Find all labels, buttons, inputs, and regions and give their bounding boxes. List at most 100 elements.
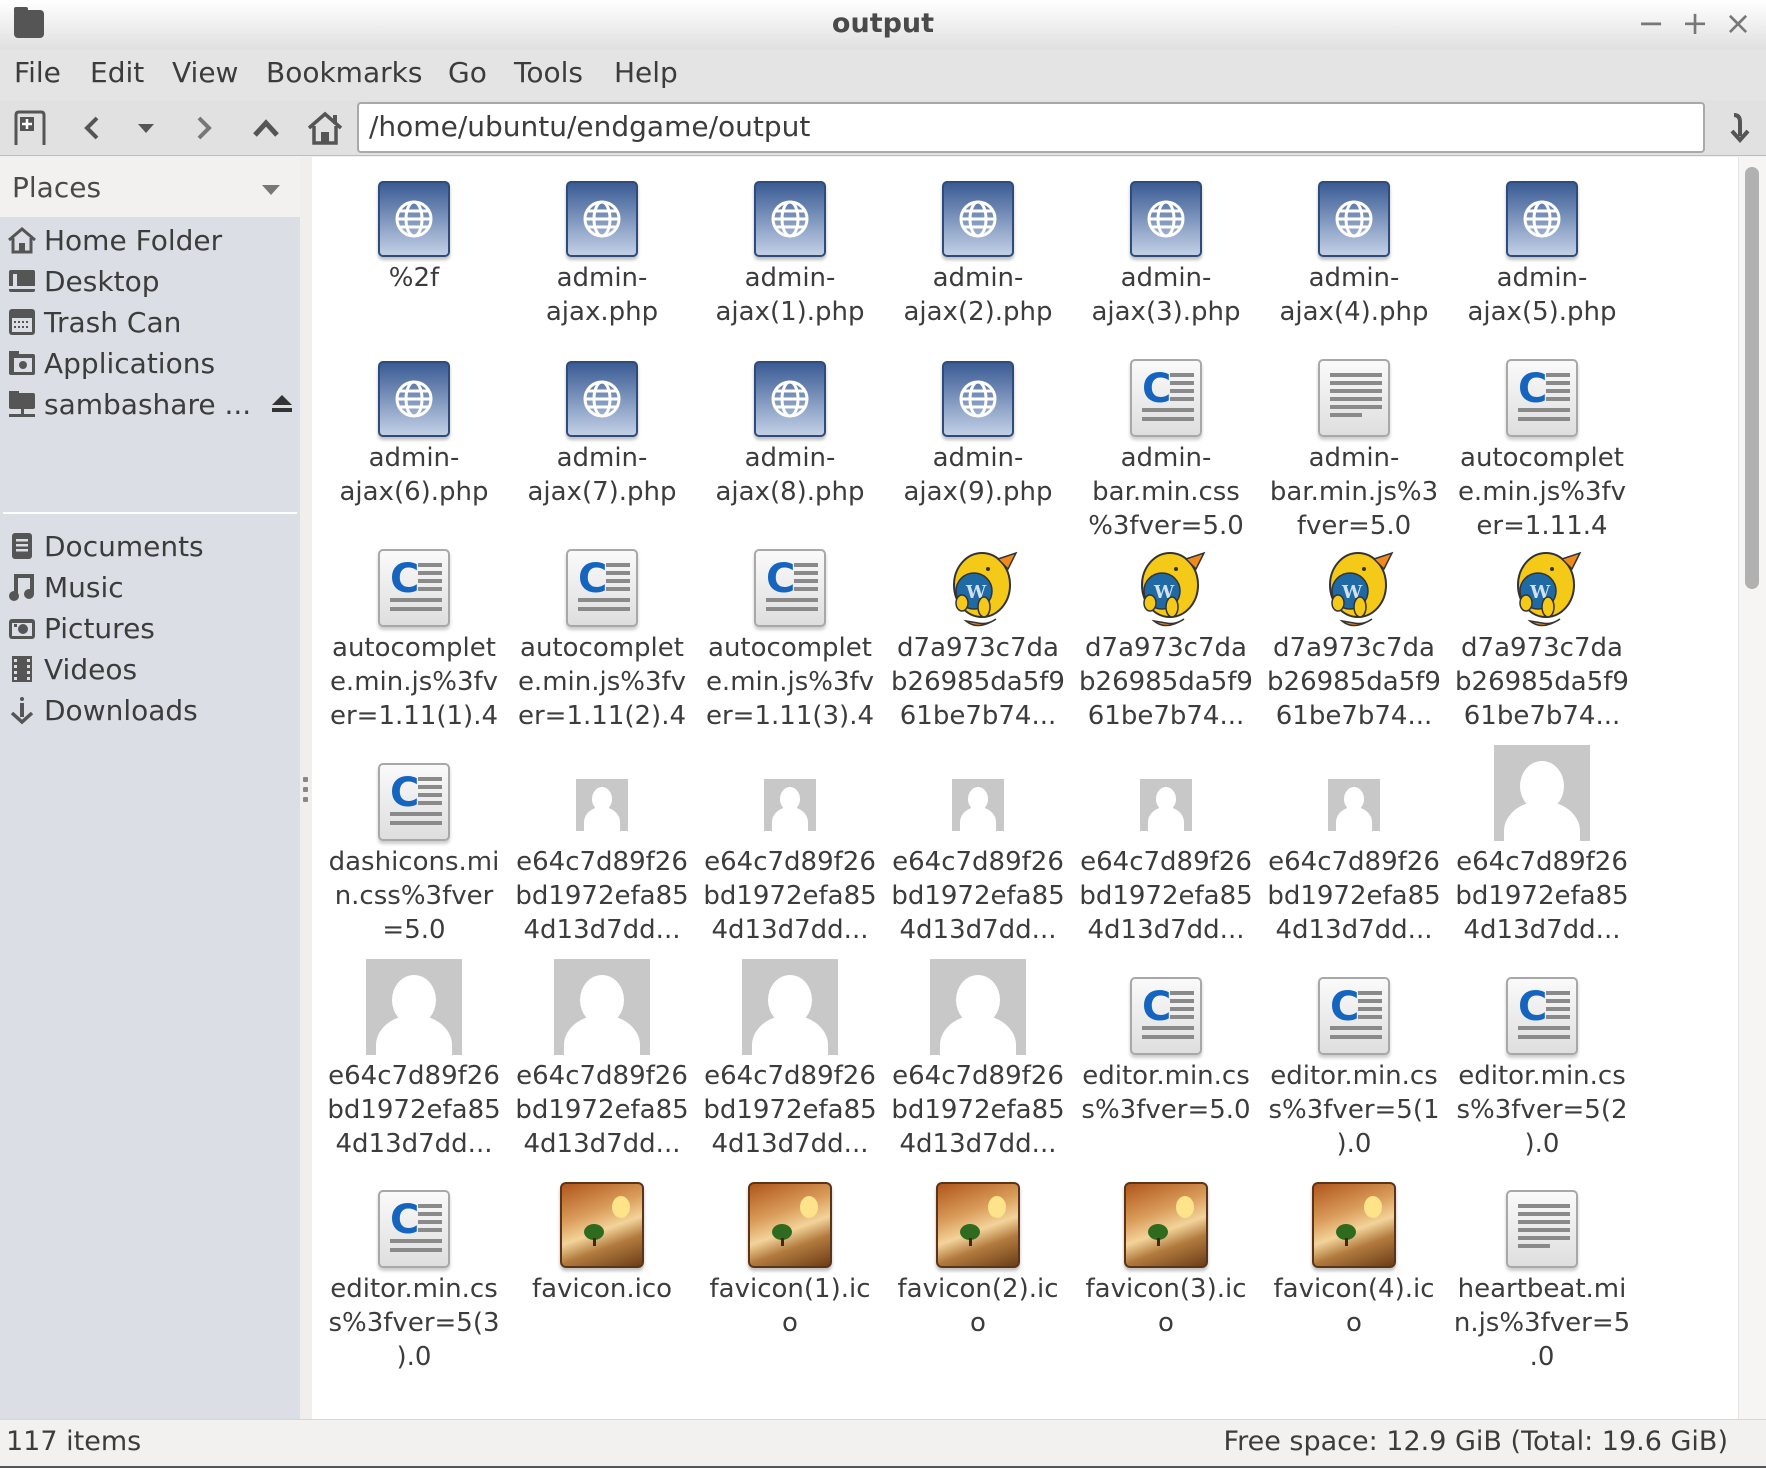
eject-icon[interactable] xyxy=(270,393,294,419)
file-name-line: admin- xyxy=(556,263,648,293)
file-name: autocomplet e.min.js%3fv er=1.11(2).4 xyxy=(508,631,696,733)
network-share-icon xyxy=(6,388,38,420)
file-item[interactable]: Cautocomplet e.min.js%3fv er=1.11(2).4 xyxy=(508,527,696,733)
file-name-line: e.min.js%3fv xyxy=(705,667,875,697)
file-name-line: 4d13d7dd... xyxy=(1087,915,1245,945)
new-tab-button[interactable] xyxy=(10,106,50,150)
maximize-button[interactable]: + xyxy=(1678,6,1712,40)
css-file-icon: C xyxy=(1130,359,1202,437)
file-item[interactable]: Wd7a973c7da b26985da5f9 61be7b74... xyxy=(1448,527,1636,733)
file-item[interactable]: admin-ajax(2).php xyxy=(884,157,1072,329)
forward-button[interactable] xyxy=(184,106,224,150)
menu-help[interactable]: Help xyxy=(614,56,678,89)
file-item[interactable]: e64c7d89f26 bd1972efa85 4d13d7dd... xyxy=(508,741,696,947)
history-dropdown-button[interactable] xyxy=(126,106,166,150)
file-name-line: bd1972efa85 xyxy=(1455,881,1629,911)
file-item[interactable]: Wd7a973c7da b26985da5f9 61be7b74... xyxy=(1072,527,1260,733)
file-name-line: admin- xyxy=(744,263,836,293)
file-item[interactable]: admin-ajax(7).php xyxy=(508,337,696,509)
file-item[interactable]: favicon.ico xyxy=(508,1168,696,1306)
menu-view[interactable]: View xyxy=(172,56,238,89)
file-item[interactable]: e64c7d89f26 bd1972efa85 4d13d7dd... xyxy=(1448,741,1636,947)
file-item[interactable]: Cautocomplet e.min.js%3fv er=1.11(1).4 xyxy=(320,527,508,733)
file-name-line: heartbeat.mi xyxy=(1457,1274,1627,1304)
file-item[interactable]: e64c7d89f26 bd1972efa85 4d13d7dd... xyxy=(696,955,884,1161)
file-name-line: ajax(4).php xyxy=(1279,297,1429,327)
pane-resize-handle[interactable] xyxy=(300,157,312,1419)
file-item[interactable]: Wd7a973c7da b26985da5f9 61be7b74... xyxy=(884,527,1072,733)
sidebar-item-videos[interactable]: Videos xyxy=(0,646,300,692)
file-item[interactable]: admin-ajax(3).php xyxy=(1072,157,1260,329)
file-item[interactable]: favicon(2).ic o xyxy=(884,1168,1072,1340)
web-file-icon xyxy=(1506,181,1578,257)
up-button[interactable] xyxy=(246,106,286,150)
file-item[interactable]: admin-ajax.php xyxy=(508,157,696,329)
file-item[interactable]: admin-bar.min.js%3 fver=5.0 xyxy=(1260,337,1448,543)
file-item[interactable]: favicon(1).ic o xyxy=(696,1168,884,1340)
file-name-line: bd1972efa85 xyxy=(515,881,689,911)
minimize-button[interactable]: − xyxy=(1634,6,1668,40)
file-item[interactable]: e64c7d89f26 bd1972efa85 4d13d7dd... xyxy=(1072,741,1260,947)
sidebar-item-documents[interactable]: Documents xyxy=(0,523,300,569)
file-name: e64c7d89f26 bd1972efa85 4d13d7dd... xyxy=(696,1059,884,1161)
file-item[interactable]: Cdashicons.mi n.css%3fver =5.0 xyxy=(320,741,508,947)
file-item[interactable]: admin-ajax(9).php xyxy=(884,337,1072,509)
location-bar[interactable]: /home/ubuntu/endgame/output xyxy=(357,102,1705,153)
sidebar-item-sambashare[interactable]: sambashare ... xyxy=(0,381,300,427)
file-item[interactable]: admin-ajax(5).php xyxy=(1448,157,1636,329)
file-name: admin-ajax(3).php xyxy=(1072,261,1260,329)
file-name-line: =5.0 xyxy=(382,915,446,945)
close-button[interactable]: × xyxy=(1721,6,1755,40)
file-item[interactable]: favicon(4).ic o xyxy=(1260,1168,1448,1340)
file-item[interactable]: e64c7d89f26 bd1972efa85 4d13d7dd... xyxy=(1260,741,1448,947)
file-item[interactable]: admin-ajax(1).php xyxy=(696,157,884,329)
file-item[interactable]: Cadmin-bar.min.css %3fver=5.0 xyxy=(1072,337,1260,543)
sidebar-item-trash-can[interactable]: Trash Can xyxy=(0,299,300,345)
file-item[interactable]: Cautocomplet e.min.js%3fv er=1.11(3).4 xyxy=(696,527,884,733)
places-header[interactable]: Places xyxy=(0,157,302,217)
vertical-scrollbar[interactable] xyxy=(1738,157,1766,1419)
file-item[interactable]: Ceditor.min.cs s%3fver=5.0 xyxy=(1072,955,1260,1127)
file-item[interactable]: heartbeat.mi n.js%3fver=5 .0 xyxy=(1448,1168,1636,1374)
sidebar-item-pictures[interactable]: Pictures xyxy=(0,605,300,651)
file-item[interactable]: admin-ajax(8).php xyxy=(696,337,884,509)
back-button[interactable] xyxy=(72,106,112,150)
file-item[interactable]: Ceditor.min.cs s%3fver=5(2).0 xyxy=(1448,955,1636,1161)
file-item[interactable]: admin-ajax(6).php xyxy=(320,337,508,509)
file-name: d7a973c7da b26985da5f9 61be7b74... xyxy=(1260,631,1448,733)
go-button[interactable] xyxy=(1718,106,1758,150)
file-name-line: autocomplet xyxy=(332,633,496,663)
file-item[interactable]: e64c7d89f26 bd1972efa85 4d13d7dd... xyxy=(884,741,1072,947)
file-item[interactable]: Ceditor.min.cs s%3fver=5(3).0 xyxy=(320,1168,508,1374)
file-item[interactable]: %2f xyxy=(320,157,508,295)
file-name-line: 4d13d7dd... xyxy=(899,1129,1057,1159)
file-item[interactable]: e64c7d89f26 bd1972efa85 4d13d7dd... xyxy=(320,955,508,1161)
file-name: admin-ajax(1).php xyxy=(696,261,884,329)
file-name-line: e64c7d89f26 xyxy=(328,1061,500,1091)
menu-edit[interactable]: Edit xyxy=(90,56,144,89)
file-item[interactable]: admin-ajax(4).php xyxy=(1260,157,1448,329)
menu-file[interactable]: File xyxy=(14,56,61,89)
file-name-line: bar.min.js%3 xyxy=(1269,477,1439,507)
sidebar-item-applications[interactable]: Applications xyxy=(0,340,300,386)
sidebar-item-home-folder[interactable]: Home Folder xyxy=(0,217,300,263)
file-item[interactable]: e64c7d89f26 bd1972efa85 4d13d7dd... xyxy=(508,955,696,1161)
sidebar-item-desktop[interactable]: Desktop xyxy=(0,258,300,304)
file-name: favicon(1).ic o xyxy=(696,1272,884,1340)
menu-go[interactable]: Go xyxy=(448,56,487,89)
menu-bookmarks[interactable]: Bookmarks xyxy=(266,56,422,89)
file-name-line: e64c7d89f26 xyxy=(1268,847,1440,877)
sidebar-item-downloads[interactable]: Downloads xyxy=(0,687,300,733)
home-button[interactable] xyxy=(305,106,345,150)
file-item[interactable]: Cautocomplet e.min.js%3fv er=1.11.4 xyxy=(1448,337,1636,543)
file-item[interactable]: e64c7d89f26 bd1972efa85 4d13d7dd... xyxy=(884,955,1072,1161)
file-item[interactable]: Wd7a973c7da b26985da5f9 61be7b74... xyxy=(1260,527,1448,733)
sidebar-item-music[interactable]: Music xyxy=(0,564,300,610)
scrollbar-thumb[interactable] xyxy=(1745,167,1759,589)
file-item[interactable]: e64c7d89f26 bd1972efa85 4d13d7dd... xyxy=(696,741,884,947)
menu-tools[interactable]: Tools xyxy=(514,56,583,89)
file-item[interactable]: Ceditor.min.cs s%3fver=5(1).0 xyxy=(1260,955,1448,1161)
file-name: autocomplet e.min.js%3fv er=1.11(1).4 xyxy=(320,631,508,733)
file-name-line: o xyxy=(1346,1308,1362,1338)
file-item[interactable]: favicon(3).ic o xyxy=(1072,1168,1260,1340)
